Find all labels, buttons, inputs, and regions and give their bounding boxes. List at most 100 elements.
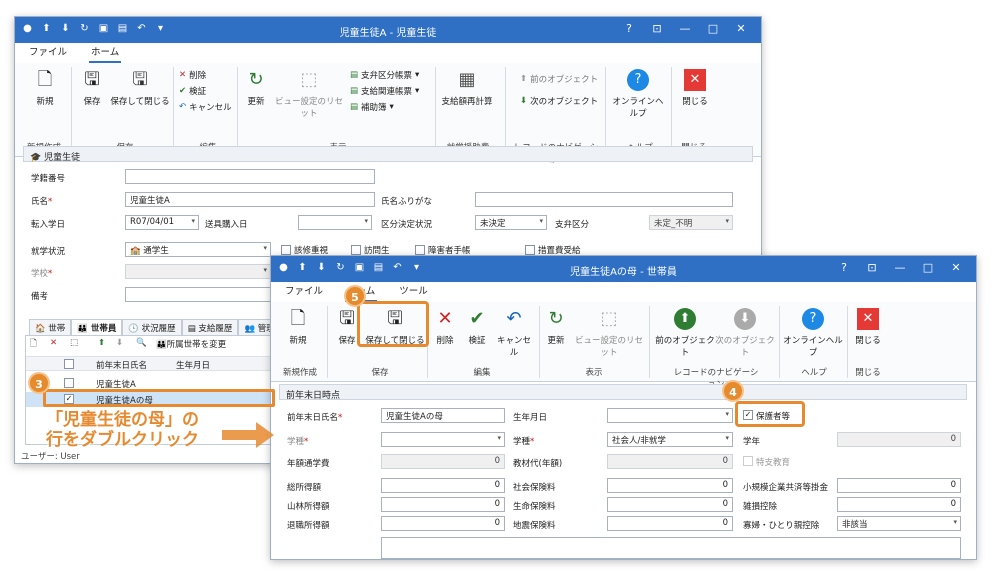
- label: 送具購入日: [205, 220, 248, 230]
- recalc-button[interactable]: ▦ 支給額再計算: [439, 69, 495, 107]
- retire-input[interactable]: 0: [381, 516, 505, 531]
- help-button[interactable]: ? オンラインヘルプ: [783, 308, 843, 358]
- forest-input[interactable]: 0: [381, 497, 505, 512]
- column-header[interactable]: 生年月日: [176, 359, 210, 371]
- down-icon[interactable]: ⬇: [116, 338, 123, 348]
- column-header[interactable]: 前年末日氏名: [96, 359, 147, 371]
- grade-select[interactable]: 社会人/非就学 ▾: [607, 432, 733, 447]
- supplies-date-input[interactable]: ▾: [298, 215, 372, 230]
- pay-ledger-menu[interactable]: ▤ 支弁区分帳票 ▾: [350, 69, 419, 81]
- view-reset-button[interactable]: ⬚ ビュー設定のリセット: [573, 308, 645, 358]
- check-icon: ✔: [469, 308, 485, 329]
- help-icon[interactable]: ?: [830, 260, 858, 276]
- life-ins-input[interactable]: 0: [607, 497, 733, 512]
- new-icon[interactable]: 🗋: [30, 338, 37, 352]
- birth-date-input[interactable]: ▾: [607, 408, 733, 423]
- group-label: 保存: [371, 368, 389, 378]
- tab-payment-history[interactable]: ▤ 支給履歴: [181, 319, 239, 336]
- tab-tools[interactable]: ツール: [397, 282, 430, 302]
- close-button[interactable]: ✕: [942, 260, 970, 276]
- decision-status-select[interactable]: 未決定 ▾: [475, 215, 547, 230]
- view-reset-icon: ⬚: [300, 69, 318, 90]
- search-icon[interactable]: 🔍: [136, 338, 147, 348]
- misc-input[interactable]: 0: [837, 497, 961, 512]
- checkbox[interactable]: [281, 245, 291, 255]
- textbook-input[interactable]: 0: [607, 454, 733, 469]
- tab-status-history[interactable]: 🕒 状況履歴: [122, 319, 182, 336]
- quake-input[interactable]: 0: [607, 516, 733, 531]
- name-input[interactable]: 児童生徒A: [125, 192, 375, 207]
- people-icon: 👪: [156, 340, 167, 350]
- checkbox[interactable]: [415, 245, 425, 255]
- save-close-button[interactable]: 🖫 保存して閉じる: [110, 69, 170, 107]
- minimize-button[interactable]: —: [886, 260, 914, 276]
- view-reset-button[interactable]: ⬚ ビュー設定のリセット: [273, 69, 345, 119]
- next-object-button[interactable]: ⬇ 次のオブジェクト: [715, 308, 775, 358]
- close-ribbon-button[interactable]: ✕ 閉じる: [853, 308, 883, 346]
- new-button[interactable]: 🗋 新規: [27, 69, 63, 107]
- delete-icon[interactable]: ✕: [50, 338, 57, 348]
- help-icon[interactable]: ?: [615, 21, 643, 37]
- next-object-button[interactable]: ⬇ 次のオブジェクト: [520, 95, 598, 107]
- school-select[interactable]: ▾: [125, 264, 271, 279]
- school-year-input[interactable]: 0: [837, 432, 961, 447]
- verify-button[interactable]: ✔ 検証: [463, 308, 491, 346]
- label: 生命保険料: [513, 502, 556, 512]
- annual-fee-input[interactable]: 0: [381, 454, 505, 469]
- restore-icon[interactable]: ⊡: [858, 260, 886, 276]
- verify-button[interactable]: ✔ 検証: [179, 85, 206, 97]
- refresh-button[interactable]: ↻ 更新: [243, 69, 269, 107]
- close-button[interactable]: ✕: [727, 21, 755, 37]
- remarks-input[interactable]: [125, 287, 271, 302]
- tab-household-member[interactable]: 👪 世帯員: [71, 319, 123, 336]
- clock-icon: 🕒: [128, 324, 142, 334]
- member-grade-select[interactable]: ▾: [381, 432, 505, 447]
- school-status-select[interactable]: 🏫 通学生 ▾: [125, 242, 271, 257]
- floppy-close-icon: 🖫: [132, 69, 148, 90]
- cancel-button[interactable]: ↶ キャンセル: [179, 101, 232, 113]
- student-no-input[interactable]: [125, 169, 375, 184]
- link-icon[interactable]: ⬚: [70, 338, 78, 348]
- pay-class-select[interactable]: 未定_不明 ▾: [649, 215, 733, 230]
- name-input[interactable]: 児童生徒Aの母: [381, 408, 505, 423]
- name-kana-input[interactable]: [475, 192, 733, 207]
- transfer-date-input[interactable]: R07/04/01 ▾: [125, 215, 199, 230]
- pay-related-menu[interactable]: ▤ 支給関連帳票 ▾: [350, 85, 419, 97]
- delete-button[interactable]: ✕ 削除: [431, 308, 459, 346]
- checkbox[interactable]: [351, 245, 361, 255]
- save-button[interactable]: 🖫 保存: [77, 69, 107, 107]
- small-biz-input[interactable]: 0: [837, 478, 961, 493]
- tab-file[interactable]: ファイル: [27, 43, 69, 63]
- prev-object-button[interactable]: ⬆ 前のオブジェクト: [520, 73, 598, 85]
- document-icon: 🗋: [37, 69, 53, 90]
- maximize-button[interactable]: □: [914, 260, 942, 276]
- widow-select[interactable]: 非該当 ▾: [837, 516, 961, 531]
- restore-icon[interactable]: ⊡: [643, 21, 671, 37]
- delete-button[interactable]: ✕ 削除: [179, 69, 206, 81]
- checkbox[interactable]: [525, 245, 535, 255]
- social-ins-input[interactable]: 0: [607, 478, 733, 493]
- change-household-button[interactable]: 👪所属世帯を変更: [156, 338, 226, 350]
- label: 特支教育: [756, 458, 791, 468]
- up-icon[interactable]: ⬆: [98, 338, 105, 348]
- label: 就学状況: [31, 247, 66, 257]
- new-button[interactable]: 🗋 新規: [283, 308, 313, 346]
- income-input[interactable]: 0: [381, 478, 505, 493]
- cancel-button[interactable]: ↶ キャンセル: [493, 308, 535, 358]
- label: 学種*: [287, 437, 309, 447]
- help-button[interactable]: ? オンラインヘルプ: [610, 69, 666, 119]
- special-ed-checkbox[interactable]: [743, 456, 753, 466]
- tab-household[interactable]: 🏠 世帯: [29, 319, 72, 336]
- minimize-button[interactable]: —: [671, 21, 699, 37]
- status-bar: ユーザー: User: [21, 452, 80, 462]
- close-ribbon-button[interactable]: ✕ 閉じる: [680, 69, 710, 107]
- label: 氏名*: [31, 197, 53, 207]
- maximize-button[interactable]: □: [699, 21, 727, 37]
- school-icon: 🏫: [130, 246, 144, 256]
- refresh-button[interactable]: ↻ 更新: [543, 308, 569, 346]
- aux-menu[interactable]: ▤ 補助簿 ▾: [350, 101, 394, 113]
- prev-object-button[interactable]: ⬆ 前のオブジェクト: [655, 308, 715, 358]
- tab-home[interactable]: ホーム: [89, 43, 122, 63]
- notes-textarea[interactable]: [381, 537, 961, 559]
- tab-file[interactable]: ファイル: [283, 282, 325, 302]
